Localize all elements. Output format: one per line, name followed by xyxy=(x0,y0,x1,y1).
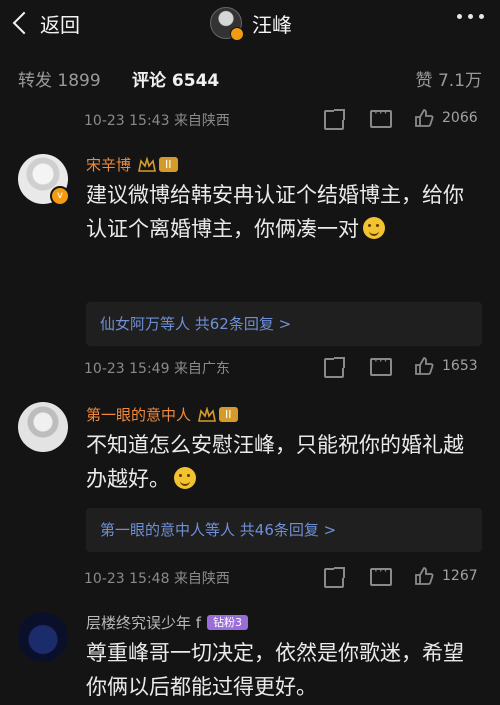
comment-text: 不知道怎么安慰汪峰，只能祝你的婚礼越办越好。 xyxy=(86,433,464,491)
share-icon[interactable] xyxy=(324,567,345,588)
stats-bar: 转发 1899 评论 6544 赞 7.1万 xyxy=(0,58,500,98)
comment-text: 建议微博给韩安冉认证个结婚博主，给你认证个离婚博主，你俩凑一对 xyxy=(86,183,464,241)
crown-icon xyxy=(198,406,216,422)
top-bar: 返回 汪峰 xyxy=(0,0,500,48)
level-badge: II xyxy=(159,157,178,172)
back-button[interactable]: 返回 xyxy=(12,6,80,40)
comment-time: 10-23 15:49 来自广东 xyxy=(84,361,230,377)
avatar[interactable] xyxy=(18,612,68,662)
like-count: 1653 xyxy=(442,358,478,374)
fan-badge: 钻粉3 xyxy=(207,615,249,630)
share-icon[interactable] xyxy=(324,357,345,378)
comment-time: 10-23 15:43 来自陕西 xyxy=(84,113,230,129)
username[interactable]: 第一眼的意中人 xyxy=(86,404,191,425)
like-count: 2066 xyxy=(442,110,478,126)
page-title: 汪峰 xyxy=(252,12,292,37)
dot-icon xyxy=(457,14,462,19)
thumbs-up-icon[interactable] xyxy=(414,356,434,376)
verified-icon xyxy=(230,27,244,41)
view-replies-button[interactable]: 第一眼的意中人等人 共46条回复 > xyxy=(86,508,482,552)
tab-likes[interactable]: 赞 7.1万 xyxy=(416,66,482,91)
username[interactable]: 层楼终究误少年 f xyxy=(86,612,201,633)
name-row: 第一眼的意中人 II xyxy=(86,404,238,425)
name-row: 宋辛博 II xyxy=(86,154,178,175)
tab-reposts[interactable]: 转发 1899 xyxy=(18,66,101,91)
back-label: 返回 xyxy=(40,12,80,37)
comment-icon[interactable] xyxy=(370,354,392,376)
name-row: 层楼终究误少年 f 钻粉3 xyxy=(86,612,249,633)
dot-icon xyxy=(468,14,473,19)
view-replies-button[interactable]: 仙女阿万等人 共62条回复 > xyxy=(86,302,482,346)
dot-icon xyxy=(479,14,484,19)
more-options-button[interactable] xyxy=(457,14,484,19)
comment-meta: 10-23 15:43 来自陕西 2066 xyxy=(84,106,484,132)
comment-meta: 10-23 15:48 来自陕西 1267 xyxy=(84,564,484,590)
comment-icon[interactable] xyxy=(370,106,392,128)
thumbs-up-icon[interactable] xyxy=(414,108,434,128)
verified-icon: v xyxy=(50,186,70,206)
avatar[interactable] xyxy=(18,402,68,452)
comment-time: 10-23 15:48 来自陕西 xyxy=(84,571,230,587)
smile-emoji-icon xyxy=(174,467,196,489)
avatar[interactable]: v xyxy=(18,154,70,206)
thumbs-up-icon[interactable] xyxy=(414,566,434,586)
like-count: 1267 xyxy=(442,568,478,584)
level-badge: II xyxy=(219,407,238,422)
scream-emoji-icon xyxy=(363,217,385,239)
tab-comments[interactable]: 评论 6544 xyxy=(132,66,219,91)
comment-text: 尊重峰哥一切决定，依然是你歌迷，希望你俩以后都能过得更好。 xyxy=(86,641,464,699)
chevron-left-icon xyxy=(12,11,36,35)
share-icon[interactable] xyxy=(324,109,345,130)
username[interactable]: 宋辛博 xyxy=(86,154,131,175)
page-title-group[interactable]: 汪峰 xyxy=(210,6,292,41)
avatar[interactable] xyxy=(210,7,244,41)
crown-icon xyxy=(138,156,156,172)
comment-meta: 10-23 15:49 来自广东 1653 xyxy=(84,354,484,380)
comment-icon[interactable] xyxy=(370,564,392,586)
